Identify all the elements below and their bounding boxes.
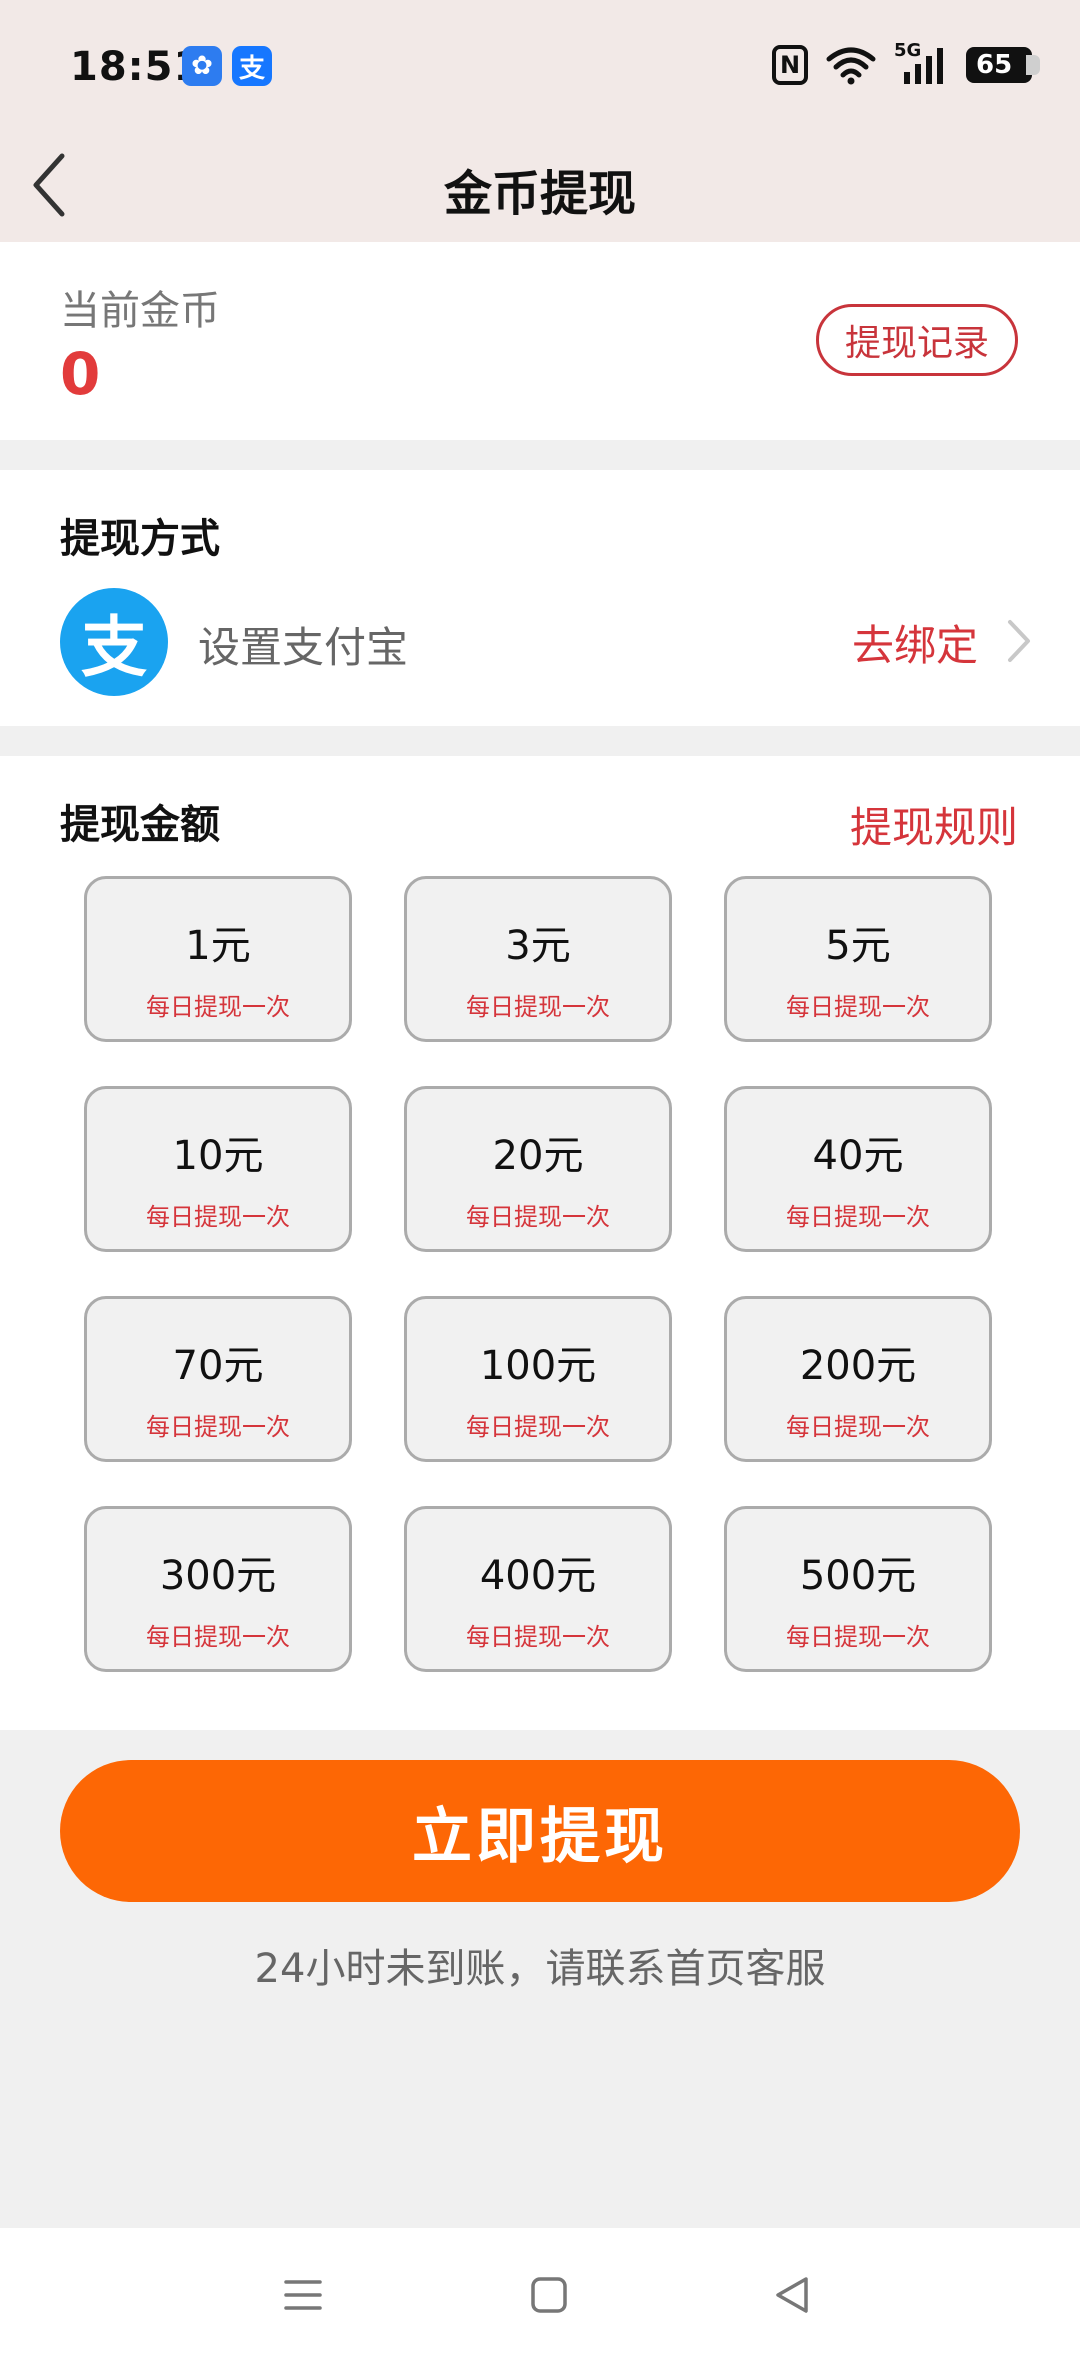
battery-level: 65 [976,50,1013,80]
bind-alipay-link[interactable]: 去绑定 [852,612,978,673]
amount-note: 每日提现一次 [146,1413,290,1441]
amount-note: 每日提现一次 [786,993,930,1021]
amount-value: 3元 [505,923,571,969]
nfc-icon: N [772,45,808,85]
amount-note: 每日提现一次 [466,1623,610,1651]
amount-value: 40元 [812,1133,904,1179]
amount-option-10[interactable]: 10元 每日提现一次 [84,1086,352,1252]
amount-option-3[interactable]: 3元 每日提现一次 [404,876,672,1042]
amount-note: 每日提现一次 [786,1203,930,1231]
amount-value: 5元 [825,923,891,969]
coin-label: 当前金币 [60,288,220,334]
amount-option-100[interactable]: 100元 每日提现一次 [404,1296,672,1462]
withdraw-record-button[interactable]: 提现记录 [816,304,1018,376]
method-title: 提现方式 [60,516,220,562]
amount-option-70[interactable]: 70元 每日提现一次 [84,1296,352,1462]
support-tip: 24小时未到账，请联系首页客服 [254,1946,826,1992]
amount-option-400[interactable]: 400元 每日提现一次 [404,1506,672,1672]
amount-value: 1元 [185,923,251,969]
amount-option-500[interactable]: 500元 每日提现一次 [724,1506,992,1672]
signal-icon: 5G [894,40,948,86]
withdraw-now-button[interactable]: 立即提现 [60,1760,1020,1902]
amount-note: 每日提现一次 [786,1623,930,1651]
pinwheel-app-icon: ✿ [182,46,222,86]
amount-value: 70元 [172,1343,264,1389]
amount-note: 每日提现一次 [466,1413,610,1441]
page-title: 金币提现 [443,166,636,222]
amount-note: 每日提现一次 [146,1623,290,1651]
alipay-setup-text[interactable]: 设置支付宝 [198,614,408,675]
amount-option-40[interactable]: 40元 每日提现一次 [724,1086,992,1252]
coin-balance-card: 当前金币 0 提现记录 [0,242,1080,440]
amount-value: 400元 [479,1553,597,1599]
amount-option-20[interactable]: 20元 每日提现一次 [404,1086,672,1252]
coin-value: 0 [60,340,101,408]
system-nav-bar [0,2228,1080,2362]
menu-icon[interactable] [278,2270,328,2320]
status-indicators: N 5G 65 [772,40,1040,86]
amount-note: 每日提现一次 [466,993,610,1021]
amount-value: 300元 [159,1553,277,1599]
withdraw-amount-card: 提现金额 提现规则 1元 每日提现一次 3元 每日提现一次 5元 每日提现一次 … [0,756,1080,1730]
withdraw-method-card: 提现方式 支 设置支付宝 去绑定 [0,470,1080,726]
amount-note: 每日提现一次 [146,993,290,1021]
amount-note: 每日提现一次 [146,1203,290,1231]
home-square-icon[interactable] [524,2270,574,2320]
amount-value: 20元 [492,1133,584,1179]
chevron-right-icon[interactable] [1004,616,1034,666]
alipay-app-icon: 支 [232,46,272,86]
back-triangle-icon[interactable] [768,2270,818,2320]
amount-note: 每日提现一次 [786,1413,930,1441]
amount-option-5[interactable]: 5元 每日提现一次 [724,876,992,1042]
battery-icon: 65 [966,47,1040,83]
amount-option-300[interactable]: 300元 每日提现一次 [84,1506,352,1672]
amount-option-1[interactable]: 1元 每日提现一次 [84,876,352,1042]
amount-option-200[interactable]: 200元 每日提现一次 [724,1296,992,1462]
withdraw-rules-link[interactable]: 提现规则 [850,794,1018,855]
amount-value: 500元 [799,1553,917,1599]
amount-value: 10元 [172,1133,264,1179]
amount-note: 每日提现一次 [466,1203,610,1231]
wifi-icon [826,47,876,85]
amount-title: 提现金额 [60,802,220,848]
amount-value: 200元 [799,1343,917,1389]
alipay-logo-icon: 支 [60,588,168,696]
amount-value: 100元 [479,1343,597,1389]
